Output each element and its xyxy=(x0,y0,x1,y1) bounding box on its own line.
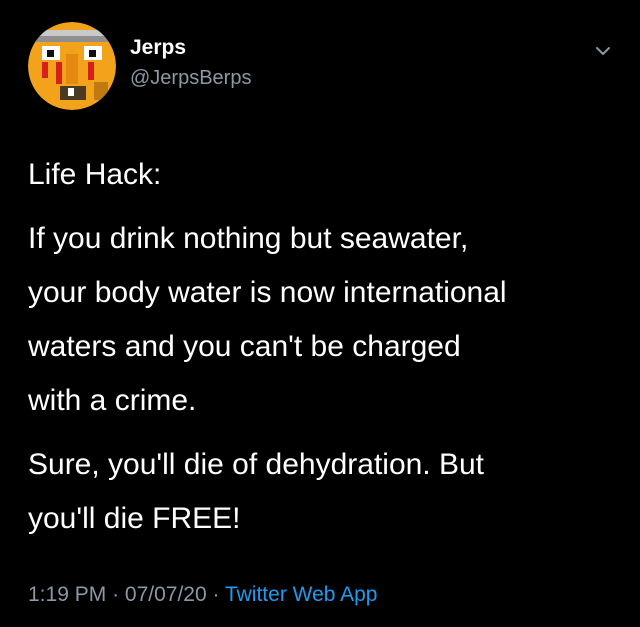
tweet-source-link[interactable]: Twitter Web App xyxy=(225,583,378,606)
tweet-meta: 1:19 PM · 07/07/20 · Twitter Web App xyxy=(28,583,378,607)
tweet-date[interactable]: 07/07/20 xyxy=(125,583,207,606)
tweet-time[interactable]: 1:19 PM xyxy=(28,583,106,606)
chevron-down-icon[interactable] xyxy=(592,40,614,62)
user-handle[interactable]: @JerpsBerps xyxy=(130,64,251,92)
tweet-card: Jerps @JerpsBerps Life Hack: If you drin… xyxy=(0,0,640,627)
tweet-paragraph-second: Sure, you'll die of dehydration. But you… xyxy=(28,438,618,546)
avatar[interactable] xyxy=(28,22,116,110)
avatar-image xyxy=(28,22,116,110)
tweet-line: If you drink nothing but seawater, xyxy=(28,222,469,255)
tweet-paragraph-main: If you drink nothing but seawater, your … xyxy=(28,212,618,428)
author-info: Jerps @JerpsBerps xyxy=(130,34,251,92)
tweet-line: your body water is now international xyxy=(28,276,507,309)
tweet-text: Life Hack: If you drink nothing but seaw… xyxy=(28,148,618,546)
tweet-line: Sure, you'll die of dehydration. But xyxy=(28,448,485,481)
tweet-title: Life Hack: xyxy=(28,158,162,191)
meta-separator: · xyxy=(112,583,120,606)
tweet-line: waters and you can't be charged xyxy=(28,330,461,363)
display-name[interactable]: Jerps xyxy=(130,34,251,62)
tweet-line: you'll die FREE! xyxy=(28,502,241,535)
tweet-line: with a crime. xyxy=(28,384,197,417)
meta-separator: · xyxy=(212,583,220,606)
